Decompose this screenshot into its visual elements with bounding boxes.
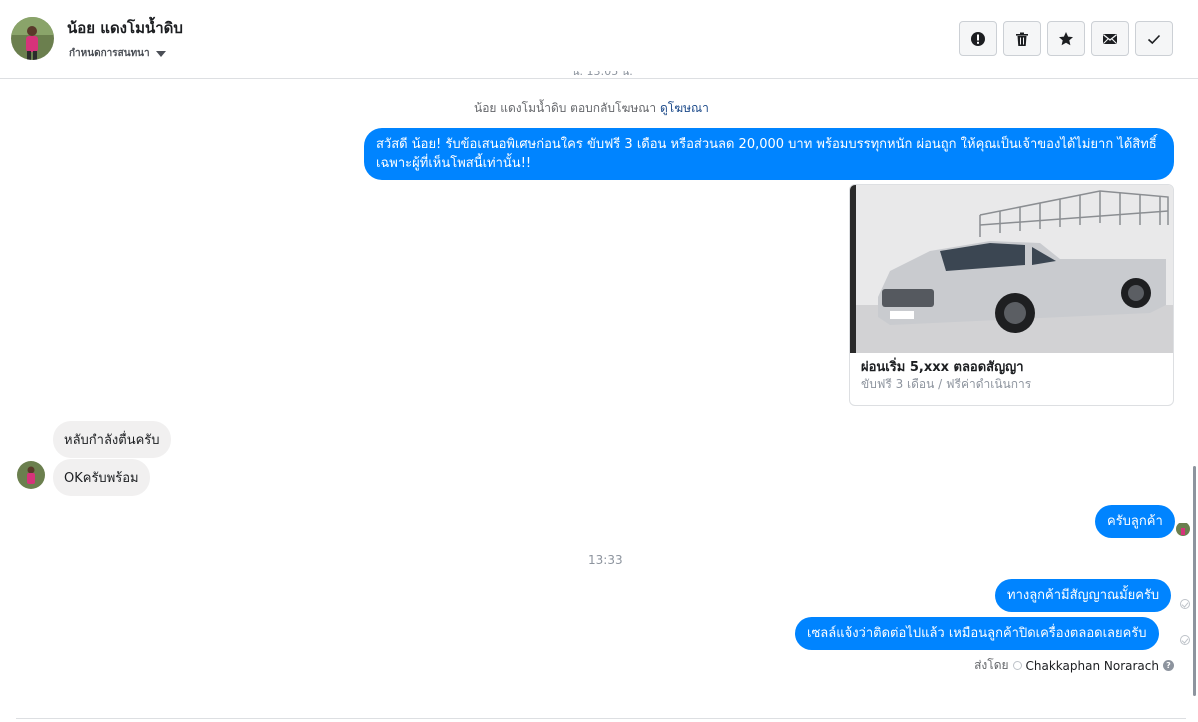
message-bubble-outgoing[interactable]: ครับลูกค้า: [1095, 505, 1175, 538]
message-bubble-incoming[interactable]: OKครับพร้อม: [53, 459, 150, 496]
sent-by-name[interactable]: Chakkaphan Norarach: [1026, 659, 1159, 673]
cut-timestamp: น. 13:05 น.: [572, 71, 633, 78]
help-icon[interactable]: ?: [1163, 660, 1174, 671]
ad-title: ผ่อนเริ่ม 5,xxx ตลอดสัญญา: [861, 360, 1024, 375]
caret-down-icon: [155, 50, 166, 57]
mark-unread-button[interactable]: [1091, 21, 1129, 56]
ad-reply-notice: น้อย แดงโมน้ำดิบ ตอบกลับโฆษณา ดูโฆษณา: [474, 99, 709, 118]
message-bubble-outgoing[interactable]: เซลล์แจ้งว่าติดต่อไปแล้ว เหมือนลูกค้าปิด…: [795, 617, 1159, 650]
envelope-icon: [1103, 33, 1117, 44]
check-icon: [1147, 34, 1161, 44]
message-bubble-outgoing[interactable]: ทางลูกค้ามีสัญญาณมั้ยครับ: [995, 579, 1172, 612]
star-button[interactable]: [1047, 21, 1085, 56]
time-divider: 13:33: [588, 553, 623, 567]
conversation-toolbar: [959, 21, 1173, 56]
message-bubble-promo[interactable]: สวัสดี น้อย! รับข้อเสนอพิเศษก่อนใคร ขับฟ…: [364, 128, 1174, 180]
exclamation-circle-icon: [971, 31, 985, 46]
mark-done-button[interactable]: [1135, 21, 1173, 56]
read-receipt-avatar: [1176, 522, 1190, 536]
view-ad-link[interactable]: ดูโฆษณา: [660, 101, 709, 115]
thread-scrollbar[interactable]: [1193, 466, 1196, 696]
sent-by-label: ส่งโดย: [974, 658, 1009, 672]
conversation-header: น้อย แดงโมน้ำดิบ กำหนดการสนทนา: [0, 0, 1198, 79]
star-icon: [1059, 31, 1073, 45]
message-bubble-incoming[interactable]: หลับกำลังตื่นครับ: [53, 421, 171, 458]
contact-avatar-small[interactable]: [17, 461, 45, 489]
contact-avatar[interactable]: [11, 17, 54, 60]
contact-name[interactable]: น้อย แดงโมน้ำดิบ: [67, 16, 183, 40]
label-dropdown-text: กำหนดการสนทนา: [69, 48, 150, 59]
ad-card[interactable]: ผ่อนเริ่ม 5,xxx ตลอดสัญญา ขับฟรี 3 เดือน…: [849, 184, 1174, 406]
delivered-check-icon: [1180, 635, 1190, 645]
delete-button[interactable]: [1003, 21, 1041, 56]
ad-image-pickup-truck: [850, 185, 1173, 353]
ad-reply-text: น้อย แดงโมน้ำดิบ ตอบกลับโฆษณา: [474, 101, 657, 115]
conversation-label-dropdown[interactable]: กำหนดการสนทนา: [69, 46, 166, 61]
sent-by-info: ส่งโดย Chakkaphan Norarach ?: [974, 656, 1174, 675]
ad-subtitle: ขับฟรี 3 เดือน / ฟรีค่าดำเนินการ: [861, 377, 1032, 391]
trash-icon: [1016, 32, 1028, 46]
sender-status-icon: [1012, 661, 1022, 670]
report-button[interactable]: [959, 21, 997, 56]
composer-top-edge: [16, 718, 1186, 722]
delivered-check-icon: [1180, 599, 1190, 609]
